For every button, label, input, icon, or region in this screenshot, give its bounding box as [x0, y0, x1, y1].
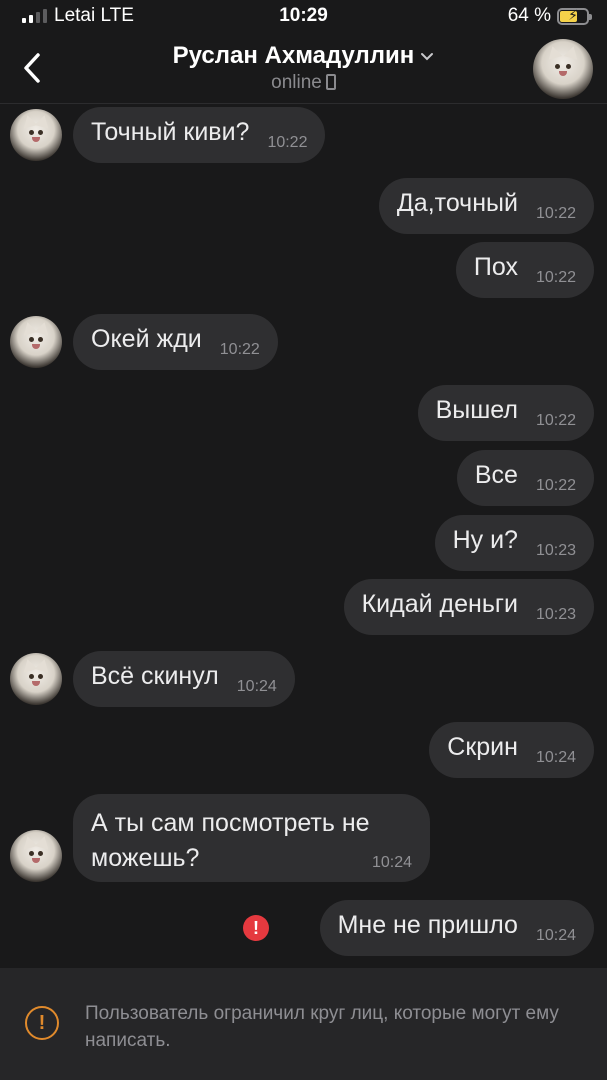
- battery-icon: ⚡: [557, 6, 592, 25]
- message-text: Окей жди: [91, 325, 202, 353]
- message-text: Все: [474, 461, 518, 489]
- message-time: 10:24: [535, 927, 576, 944]
- message-text: Пох: [473, 253, 518, 281]
- warning-icon: !: [25, 1006, 59, 1040]
- message-bubble-outgoing[interactable]: Да,точный 10:22: [378, 178, 594, 234]
- message-text: Ну и?: [452, 526, 518, 554]
- status-bar: Letai LTE 10:29 64 % ⚡: [0, 0, 607, 34]
- header-avatar[interactable]: [533, 39, 593, 99]
- phone-icon: [325, 74, 336, 90]
- avatar[interactable]: [10, 830, 62, 882]
- message-bubble-incoming[interactable]: Окей жди 10:22: [73, 314, 278, 370]
- message-time: 10:23: [535, 606, 576, 623]
- message-time: 10:22: [535, 269, 576, 286]
- contact-name: Руслан Ахмадуллин: [172, 42, 415, 69]
- message-time: 10:22: [535, 477, 576, 494]
- error-icon[interactable]: !: [243, 915, 269, 941]
- chat-header: Руслан Ахмадуллин online: [0, 34, 607, 104]
- message-bubble-outgoing[interactable]: Все 10:22: [456, 450, 594, 506]
- avatar[interactable]: [10, 109, 62, 161]
- message-text-line1: А ты сам посмотреть не: [91, 809, 370, 837]
- message-time: 10:23: [535, 542, 576, 559]
- contact-status: online: [0, 72, 607, 94]
- chevron-down-icon: [421, 52, 434, 61]
- battery-info: 64 % ⚡: [507, 5, 592, 27]
- message-bubble-incoming[interactable]: Точный киви? 10:22: [73, 107, 326, 163]
- message-time: 10:22: [267, 134, 308, 151]
- message-time: 10:22: [219, 341, 260, 358]
- message-text: Вышел: [435, 396, 518, 424]
- message-time: 10:22: [535, 412, 576, 429]
- message-bubble-outgoing-failed[interactable]: Мне не пришло 10:24: [319, 900, 594, 956]
- message-bubble-incoming[interactable]: А ты сам посмотреть не можешь? 10:24: [73, 794, 430, 882]
- message-text: Кидай деньги: [361, 590, 518, 618]
- message-time: 10:24: [535, 749, 576, 766]
- avatar[interactable]: [10, 653, 62, 705]
- message-text: Точный киви?: [91, 118, 250, 146]
- avatar[interactable]: [10, 316, 62, 368]
- message-bubble-outgoing[interactable]: Пох 10:22: [455, 242, 594, 298]
- notice-text: Пользователь ограничил круг лиц, которые…: [85, 1003, 559, 1051]
- message-time: 10:24: [236, 678, 277, 695]
- message-bubble-outgoing[interactable]: Кидай деньги 10:23: [343, 579, 594, 635]
- restriction-notice: ! Пользователь ограничил круг лиц, котор…: [0, 968, 607, 1080]
- avatar: [533, 39, 593, 99]
- message-text: Всё скинул: [91, 662, 219, 690]
- message-bubble-outgoing[interactable]: Скрин 10:24: [429, 722, 594, 778]
- message-bubble-incoming[interactable]: Всё скинул 10:24: [73, 651, 295, 707]
- message-time: 10:22: [535, 205, 576, 222]
- online-status: online: [271, 72, 322, 93]
- message-text: Да,точный: [396, 189, 518, 217]
- contact-name-button[interactable]: Руслан Ахмадуллин: [0, 42, 607, 70]
- message-text: Мне не пришло: [337, 911, 518, 939]
- message-bubble-outgoing[interactable]: Ну и? 10:23: [434, 515, 594, 571]
- message-bubble-outgoing[interactable]: Вышел 10:22: [417, 385, 594, 441]
- battery-percent: 64 %: [507, 5, 551, 26]
- message-text: Скрин: [447, 733, 518, 761]
- charging-icon: ⚡: [568, 6, 578, 23]
